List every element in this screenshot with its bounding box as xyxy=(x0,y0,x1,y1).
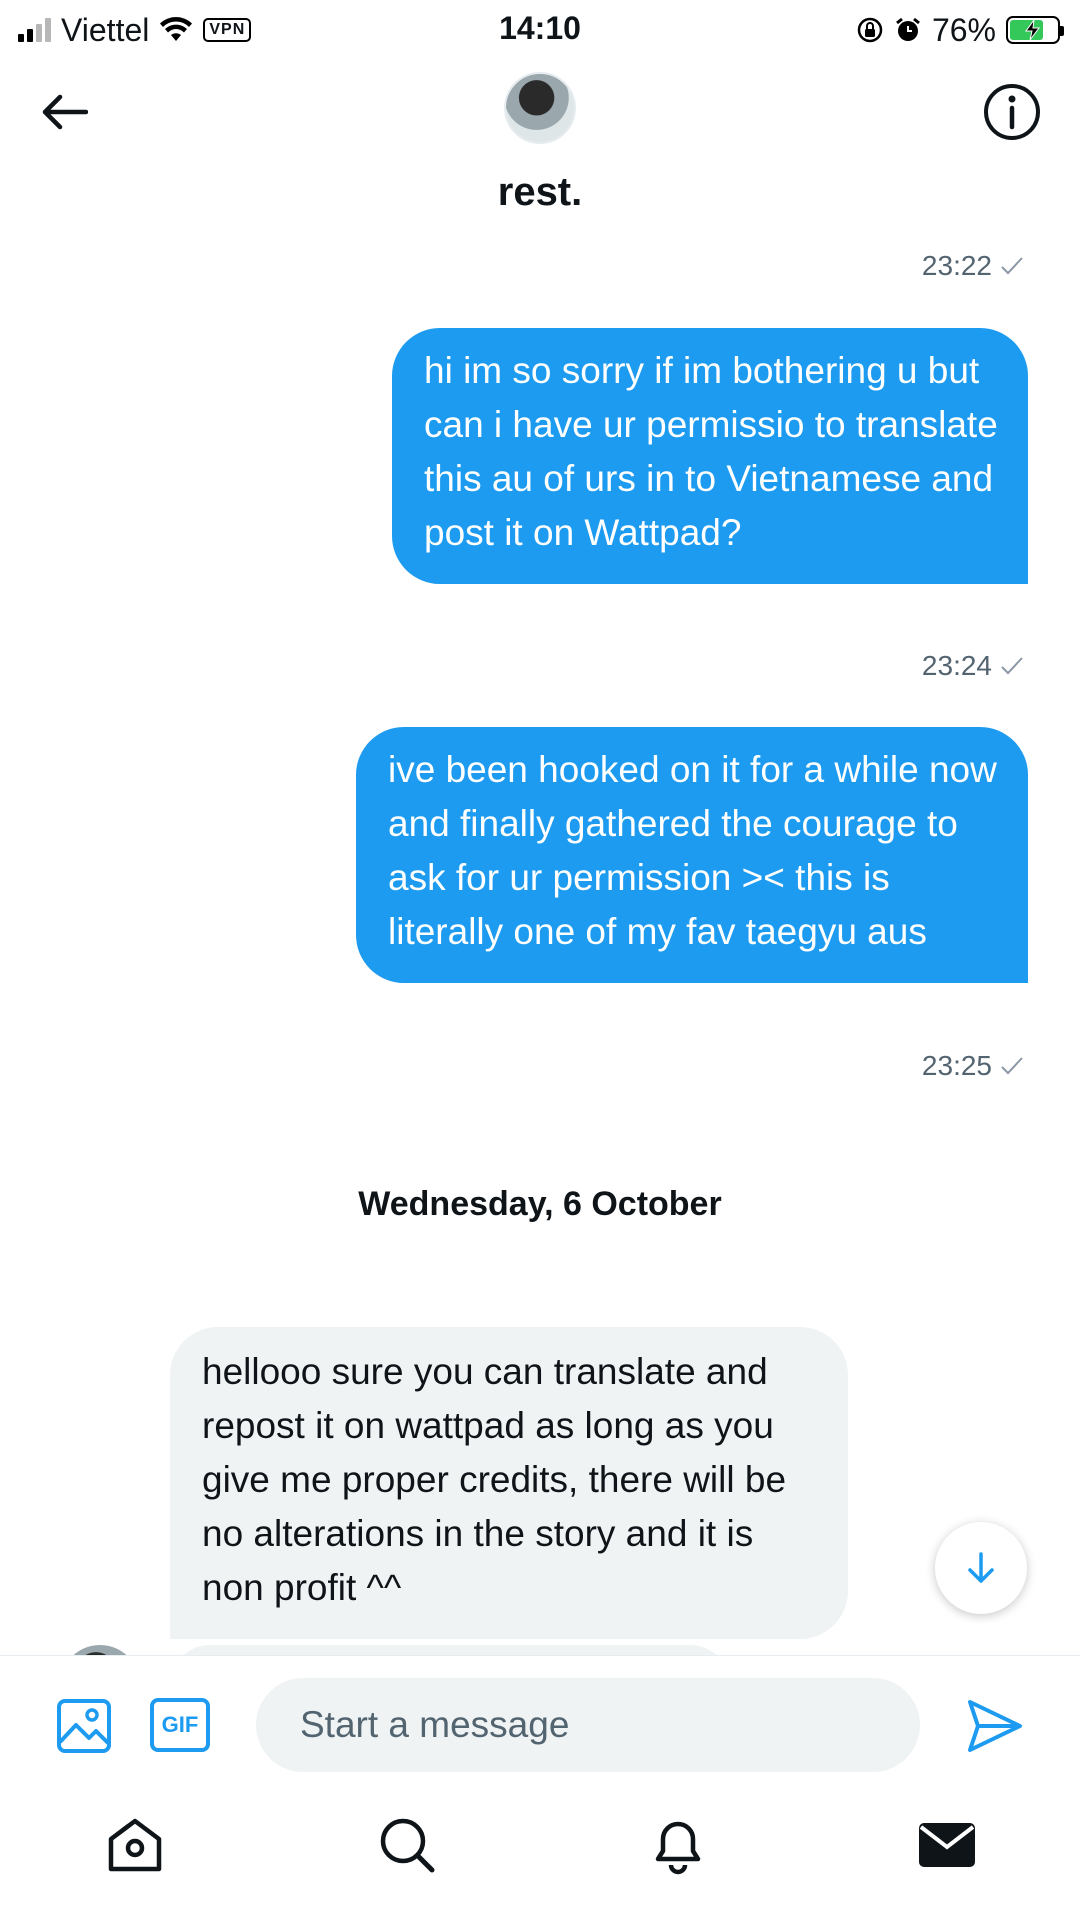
home-icon xyxy=(108,1818,162,1872)
conversation-header: rest. xyxy=(0,60,1080,240)
info-icon xyxy=(984,84,1040,140)
timestamp-text: 23:25 xyxy=(921,1050,992,1081)
bell-icon xyxy=(655,1821,701,1875)
rotation-lock-icon xyxy=(857,17,883,43)
message-text: hellooo sure you can translate and repos… xyxy=(202,1351,787,1608)
tab-home[interactable] xyxy=(100,1810,170,1880)
timestamp-text: 23:22 xyxy=(921,250,992,281)
bottom-tab-bar xyxy=(0,1780,1080,1920)
check-icon xyxy=(1001,1057,1023,1075)
mail-icon xyxy=(919,1823,975,1867)
conversation-name[interactable]: rest. xyxy=(0,170,1080,215)
message-text: ive been hooked on it for a while now an… xyxy=(388,749,997,952)
message-composer: GIF xyxy=(0,1655,1080,1780)
battery-icon xyxy=(1006,16,1064,44)
status-right: 76% xyxy=(856,10,1064,50)
tab-notifications[interactable] xyxy=(643,1810,713,1880)
arrow-down-icon xyxy=(968,1552,994,1583)
back-button[interactable] xyxy=(36,84,92,140)
message-timestamp: 23:25 xyxy=(922,1050,1024,1082)
message-timestamp: 23:22 xyxy=(922,250,1024,282)
send-button[interactable] xyxy=(966,1698,1024,1759)
message-input[interactable] xyxy=(256,1678,920,1772)
back-arrow-icon xyxy=(42,94,88,130)
timestamp-text: 23:24 xyxy=(921,650,992,681)
received-message-bubble[interactable]: hellooo sure you can translate and repos… xyxy=(170,1327,848,1639)
message-text: hi im so sorry if im bothering u but can… xyxy=(424,350,998,553)
message-timestamp: 23:24 xyxy=(922,650,1024,682)
tab-search[interactable] xyxy=(372,1810,442,1880)
scroll-to-bottom-button[interactable] xyxy=(935,1522,1027,1614)
search-icon xyxy=(380,1818,435,1873)
avatar[interactable] xyxy=(504,72,576,144)
date-divider: Wednesday, 6 October xyxy=(358,1185,722,1223)
check-icon xyxy=(1001,657,1023,675)
info-button[interactable] xyxy=(982,82,1042,142)
check-icon xyxy=(1001,257,1023,275)
image-icon xyxy=(57,1699,111,1753)
send-icon xyxy=(968,1700,1022,1752)
gif-button[interactable]: GIF xyxy=(150,1698,210,1752)
status-bar: Viettel VPN 14:10 76% xyxy=(0,0,1080,60)
sent-message-bubble[interactable]: hi im so sorry if im bothering u but can… xyxy=(392,328,1028,584)
alarm-icon xyxy=(896,17,920,41)
battery-percent: 76% xyxy=(931,11,996,48)
sent-message-bubble[interactable]: ive been hooked on it for a while now an… xyxy=(356,727,1028,983)
tab-messages[interactable] xyxy=(912,1810,982,1880)
add-image-button[interactable] xyxy=(56,1698,112,1759)
